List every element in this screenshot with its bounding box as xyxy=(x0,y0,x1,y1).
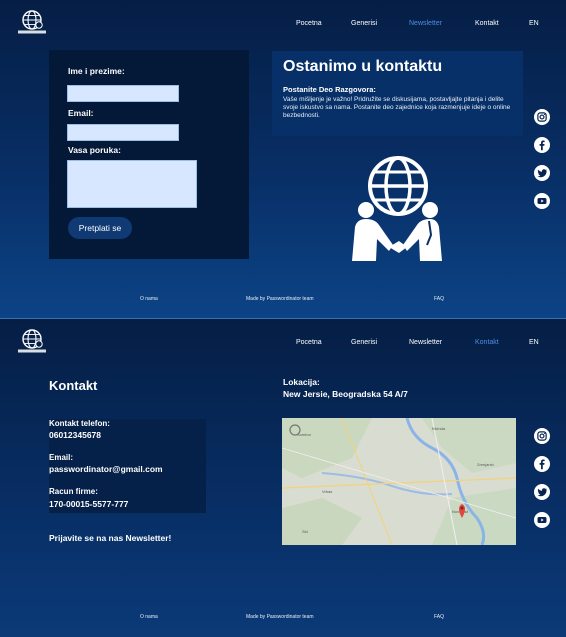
account-value: 170-00015-5577-777 xyxy=(49,499,129,509)
account-label: Racun firme: xyxy=(49,487,98,496)
location-label: Lokacija: xyxy=(283,377,320,387)
message-textarea[interactable] xyxy=(67,160,197,208)
footer-faq-link[interactable]: FAQ xyxy=(434,614,444,620)
globe-logo-icon xyxy=(18,10,46,34)
nav-newsletter[interactable]: Newsletter xyxy=(409,339,442,346)
contact-subtitle: Postanite Deo Razgovora: xyxy=(283,85,376,94)
message-label: Vasa poruka: xyxy=(68,145,121,155)
instagram-icon[interactable] xyxy=(534,428,550,444)
youtube-icon[interactable] xyxy=(534,512,550,528)
newsletter-form: Ime i prezime: Email: Vasa poruka: Pretp… xyxy=(49,50,249,259)
instagram-icon[interactable] xyxy=(534,109,550,125)
newsletter-page: Pocetna Generisi Newsletter Kontakt EN I… xyxy=(0,0,566,318)
newsletter-cta[interactable]: Prijavite se na nas Newsletter! xyxy=(49,533,171,543)
twitter-icon[interactable] xyxy=(534,165,550,181)
svg-text:Sid: Sid xyxy=(302,529,308,534)
svg-text:Vrbas: Vrbas xyxy=(322,489,332,494)
nav-generisi[interactable]: Generisi xyxy=(351,339,377,346)
email-label: Email: xyxy=(68,108,94,118)
nav-newsletter[interactable]: Newsletter xyxy=(409,20,442,27)
twitter-icon[interactable] xyxy=(534,484,550,500)
email-label: Email: xyxy=(49,453,74,462)
name-input[interactable] xyxy=(67,85,179,102)
svg-text:Kikinda: Kikinda xyxy=(432,426,446,431)
nav-pocetna[interactable]: Pocetna xyxy=(296,339,322,346)
contact-title: Ostanimo u kontaktu xyxy=(283,58,443,75)
subscribe-button[interactable]: Pretplati se xyxy=(68,217,132,239)
kontakt-page: Pocetna Generisi Newsletter Kontakt EN K… xyxy=(0,319,566,637)
footer-about-link[interactable]: O nama xyxy=(140,614,158,620)
svg-text:Zrenjanin: Zrenjanin xyxy=(477,462,494,467)
nav-kontakt[interactable]: Kontakt xyxy=(475,20,499,27)
facebook-icon[interactable] xyxy=(534,456,550,472)
contact-details: Kontakt telefon: 06012345678 Email: pass… xyxy=(49,419,206,513)
logo[interactable] xyxy=(17,9,47,37)
facebook-icon[interactable] xyxy=(534,137,550,153)
footer-faq-link[interactable]: FAQ xyxy=(434,296,444,302)
nav-pocetna[interactable]: Pocetna xyxy=(296,20,322,27)
globe-logo-icon xyxy=(18,329,46,353)
logo[interactable] xyxy=(17,328,47,356)
footer-credit: Made by Passwordinator team xyxy=(246,296,314,302)
page-title: Kontakt xyxy=(49,378,98,393)
contact-body: Vaše mišljenje je važno! Pridružite se d… xyxy=(283,96,511,119)
nav-language[interactable]: EN xyxy=(529,339,539,346)
map-image: SomborKikinda ZrenjaninVrbas Novi SadSid xyxy=(282,418,516,545)
name-label: Ime i prezime: xyxy=(68,66,125,76)
nav-kontakt[interactable]: Kontakt xyxy=(475,339,499,346)
location-value: New Jersie, Beogradska 54 A/7 xyxy=(283,389,408,399)
phone-value: 06012345678 xyxy=(49,430,102,440)
phone-label: Kontakt telefon: xyxy=(49,419,110,428)
email-input[interactable] xyxy=(67,124,179,141)
nav-generisi[interactable]: Generisi xyxy=(351,20,377,27)
footer-about-link[interactable]: O nama xyxy=(140,296,158,302)
handshake-globe-illustration xyxy=(349,155,445,261)
email-value[interactable]: passwordinator@gmail.com xyxy=(49,464,163,474)
contact-info-card: Ostanimo u kontaktu Postanite Deo Razgov… xyxy=(272,51,523,136)
footer-credit: Made by Passwordinator team xyxy=(246,614,314,620)
nav-language[interactable]: EN xyxy=(529,20,539,27)
youtube-icon[interactable] xyxy=(534,193,550,209)
location-map[interactable]: SomborKikinda ZrenjaninVrbas Novi SadSid xyxy=(282,418,516,545)
handshake-icon xyxy=(352,156,442,261)
